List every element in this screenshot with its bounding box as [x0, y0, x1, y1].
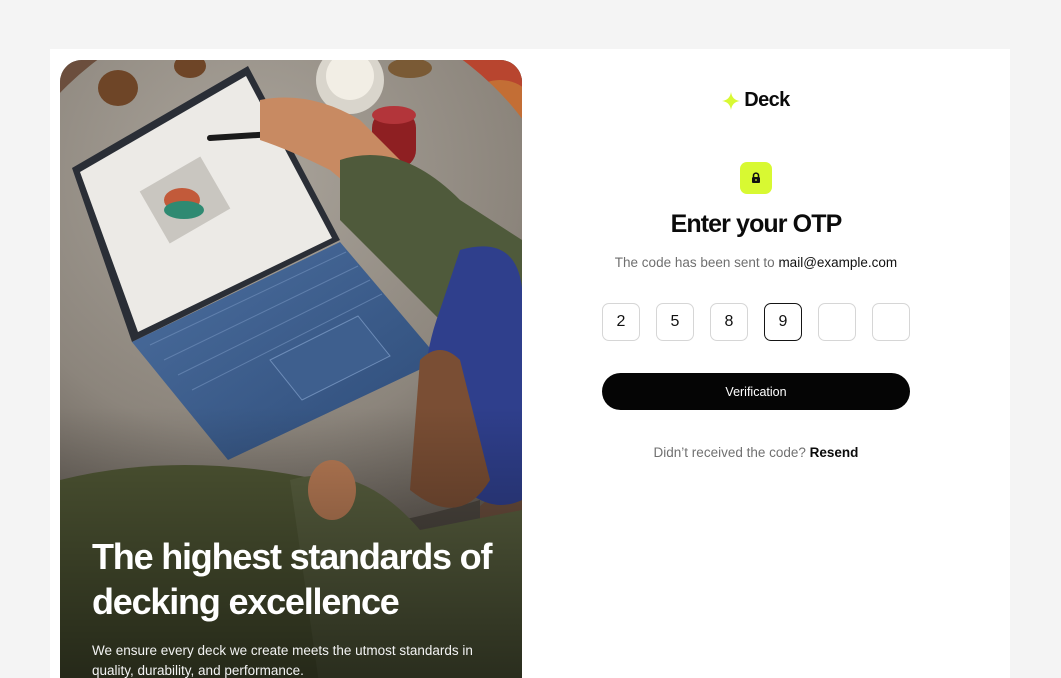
otp-digit-6[interactable]	[872, 303, 910, 341]
otp-card: The highest standards of decking excelle…	[50, 49, 1010, 678]
email-address: mail@example.com	[778, 255, 898, 270]
page-title: Enter your OTP	[670, 210, 843, 238]
verification-button[interactable]: Verification	[602, 373, 910, 410]
resend-link[interactable]: Resend	[810, 445, 859, 460]
hero-title: The highest standards of decking excelle…	[92, 536, 492, 622]
otp-digit-2[interactable]: 5	[656, 303, 694, 341]
otp-digit-4[interactable]: 9	[764, 303, 802, 341]
otp-subtitle: The code has been sent to mail@example.c…	[602, 255, 910, 270]
hero-description: We ensure every deck we create meets the…	[92, 643, 473, 678]
subtitle-text: The code has been sent to	[614, 255, 775, 270]
lock-badge	[740, 162, 772, 194]
otp-form: Deck Enter your OTP The code has been se…	[602, 49, 910, 678]
hero-text-block: The highest standards of decking excelle…	[92, 534, 502, 678]
sparkle-star-icon	[722, 91, 741, 110]
resend-row: Didn’t received the code? Resend	[602, 445, 910, 460]
otp-input-group: 2 5 8 9	[602, 303, 910, 341]
otp-digit-1[interactable]: 2	[602, 303, 640, 341]
lock-icon	[752, 172, 760, 183]
hero-panel: The highest standards of decking excelle…	[60, 60, 522, 678]
otp-digit-3[interactable]: 8	[710, 303, 748, 341]
brand-logo: Deck	[602, 89, 910, 112]
brand-name: Deck	[744, 89, 790, 111]
resend-prompt: Didn’t received the code?	[653, 445, 806, 460]
otp-digit-5[interactable]	[818, 303, 856, 341]
